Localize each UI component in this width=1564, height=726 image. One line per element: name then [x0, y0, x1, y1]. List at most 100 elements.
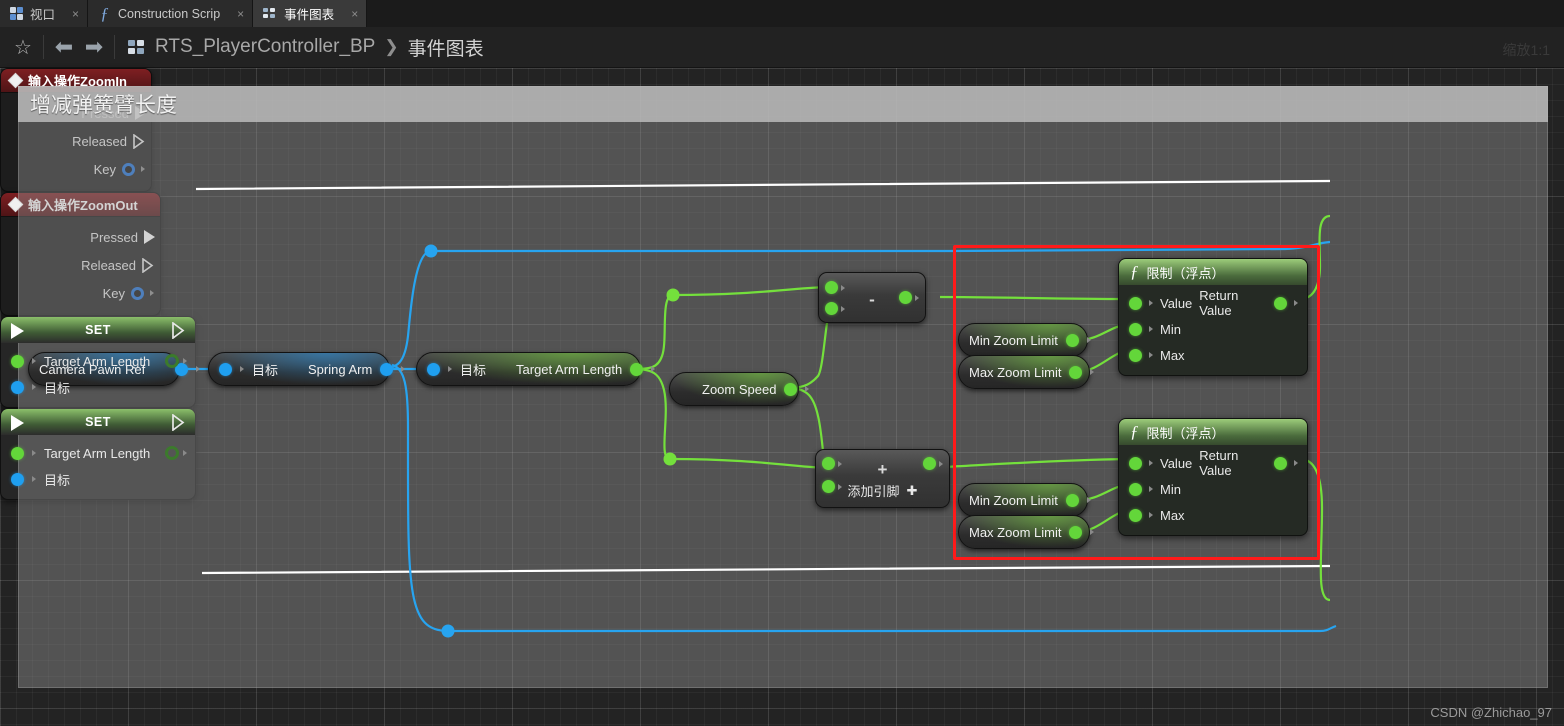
- exec-in-icon[interactable]: [11, 415, 24, 431]
- input-pin[interactable]: [219, 363, 232, 376]
- pin-dot: [822, 457, 835, 470]
- pin-value[interactable]: Value Return Value: [1119, 290, 1307, 316]
- variable-label: Zoom Speed: [702, 382, 776, 397]
- pin-target[interactable]: 目标: [1, 466, 195, 492]
- node-body: Target Arm Length 目标: [1, 343, 195, 407]
- input-pin-a[interactable]: [822, 457, 842, 470]
- caret-icon: [1294, 300, 1298, 306]
- close-icon[interactable]: ×: [237, 7, 244, 21]
- pin-label: Target Arm Length: [44, 354, 150, 369]
- close-icon[interactable]: ×: [351, 7, 358, 21]
- output-pin[interactable]: [380, 363, 393, 376]
- close-icon[interactable]: ×: [72, 7, 79, 21]
- pin-max[interactable]: Max: [1119, 502, 1307, 528]
- breadcrumb-current[interactable]: 事件图表: [408, 34, 484, 61]
- pin-min[interactable]: Min: [1119, 316, 1307, 342]
- node-header: SET: [1, 409, 195, 435]
- exec-out-icon[interactable]: [172, 414, 185, 431]
- pin-dot: [1129, 457, 1142, 470]
- pin-target[interactable]: 目标: [1, 374, 195, 400]
- viewport-icon: [10, 7, 23, 20]
- function-icon: ƒ: [98, 5, 111, 22]
- pin-target-arm-length[interactable]: Target Arm Length: [1, 440, 195, 466]
- exec-out-icon[interactable]: [172, 322, 185, 339]
- unreal-blueprint-editor: 视口 × ƒ Construction Scrip × 事件图表 × ☆ ⬅ ➡…: [0, 0, 1564, 726]
- input-pin-a[interactable]: [825, 281, 845, 294]
- caret-icon: [1090, 529, 1094, 535]
- pin-dot: [1129, 297, 1142, 310]
- node-title: 限制（浮点）: [1147, 263, 1225, 282]
- node-min-zoom-limit-bottom[interactable]: Min Zoom Limit: [958, 483, 1088, 517]
- output-pin[interactable]: [1069, 366, 1082, 379]
- node-target-arm-length-get[interactable]: 目标 Target Arm Length: [416, 352, 641, 386]
- variable-label: Min Zoom Limit: [969, 333, 1058, 348]
- arrow-left-icon: ⬅: [55, 36, 73, 58]
- node-subtract[interactable]: -: [818, 272, 926, 323]
- node-set-target-arm-length-top[interactable]: SET Target Arm Length: [0, 316, 196, 408]
- breadcrumb-toolbar: ☆ ⬅ ➡ RTS_PlayerController_BP ❯ 事件图表: [0, 27, 1564, 68]
- caret-icon: [1294, 460, 1298, 466]
- node-spring-arm[interactable]: 目标 Spring Arm: [208, 352, 390, 386]
- node-clamp-float-top[interactable]: ƒ 限制（浮点） Value Return Value: [1118, 258, 1308, 376]
- node-title: 限制（浮点）: [1147, 423, 1225, 442]
- favorite-button[interactable]: ☆: [8, 32, 38, 62]
- tab-bar: 视口 × ƒ Construction Scrip × 事件图表 ×: [0, 0, 1564, 27]
- caret-icon: [915, 295, 919, 301]
- back-button[interactable]: ⬅: [49, 32, 79, 62]
- node-zoom-speed[interactable]: Zoom Speed: [669, 372, 799, 406]
- node-max-zoom-limit-bottom[interactable]: Max Zoom Limit: [958, 515, 1090, 549]
- pin-target-arm-length[interactable]: Target Arm Length: [1, 348, 195, 374]
- forward-button[interactable]: ➡: [79, 32, 109, 62]
- add-pin-label: 添加引脚: [848, 481, 900, 500]
- caret-icon: [1149, 326, 1153, 332]
- caret-icon: [1149, 486, 1153, 492]
- tab-label: Construction Scrip: [118, 7, 220, 21]
- tab-viewport[interactable]: 视口 ×: [0, 0, 88, 27]
- node-set-target-arm-length-bottom[interactable]: SET Target Arm Length: [0, 408, 196, 500]
- caret-icon: [1090, 369, 1094, 375]
- node-body: Value Return Value Min Max: [1119, 445, 1307, 535]
- breadcrumb-root[interactable]: RTS_PlayerController_BP: [155, 36, 375, 58]
- caret-icon: [838, 461, 842, 467]
- tab-event-graph[interactable]: 事件图表 ×: [253, 0, 367, 27]
- node-header: ƒ 限制（浮点）: [1119, 259, 1307, 285]
- output-pin[interactable]: [165, 446, 179, 460]
- pin-return-value[interactable]: Return Value: [1199, 448, 1298, 478]
- divider: [43, 35, 44, 59]
- pin-dot: [923, 457, 936, 470]
- variable-label: Spring Arm: [308, 362, 372, 377]
- output-pin[interactable]: [165, 354, 179, 368]
- caret-icon: [183, 450, 187, 456]
- pin-value[interactable]: Value Return Value: [1119, 450, 1307, 476]
- pin-min[interactable]: Min: [1119, 476, 1307, 502]
- input-pin-b[interactable]: [825, 302, 845, 315]
- node-max-zoom-limit-top[interactable]: Max Zoom Limit: [958, 355, 1090, 389]
- input-pin[interactable]: [427, 363, 440, 376]
- graph-canvas[interactable]: 增减弹簧臂长度: [0, 68, 1564, 726]
- pin-return-value[interactable]: Return Value: [1199, 288, 1298, 318]
- pin-dot: [899, 291, 912, 304]
- node-header: ƒ 限制（浮点）: [1119, 419, 1307, 445]
- output-pin[interactable]: [630, 363, 643, 376]
- exec-in-icon[interactable]: [11, 323, 24, 339]
- output-pin[interactable]: [899, 291, 919, 304]
- tab-label: 视口: [30, 4, 55, 23]
- output-pin[interactable]: [1066, 334, 1079, 347]
- blueprint-icon: [128, 40, 146, 54]
- pin-max[interactable]: Max: [1119, 342, 1307, 368]
- input-pin-b[interactable]: [822, 480, 842, 493]
- output-pin[interactable]: [1066, 494, 1079, 507]
- event-graph-icon: [263, 8, 277, 19]
- tab-construction-script[interactable]: ƒ Construction Scrip ×: [88, 0, 253, 27]
- output-pin[interactable]: [923, 457, 943, 470]
- output-pin[interactable]: [1069, 526, 1082, 539]
- output-pin[interactable]: [784, 383, 797, 396]
- node-add[interactable]: + 添加引脚 ✚: [815, 449, 950, 508]
- function-icon: ƒ: [1130, 422, 1139, 442]
- node-title: SET: [85, 415, 111, 429]
- caret-icon: [841, 306, 845, 312]
- node-clamp-float-bottom[interactable]: ƒ 限制（浮点） Value Return Value: [1118, 418, 1308, 536]
- node-min-zoom-limit-top[interactable]: Min Zoom Limit: [958, 323, 1088, 357]
- caret-icon: [1149, 300, 1153, 306]
- caret-icon: [1149, 352, 1153, 358]
